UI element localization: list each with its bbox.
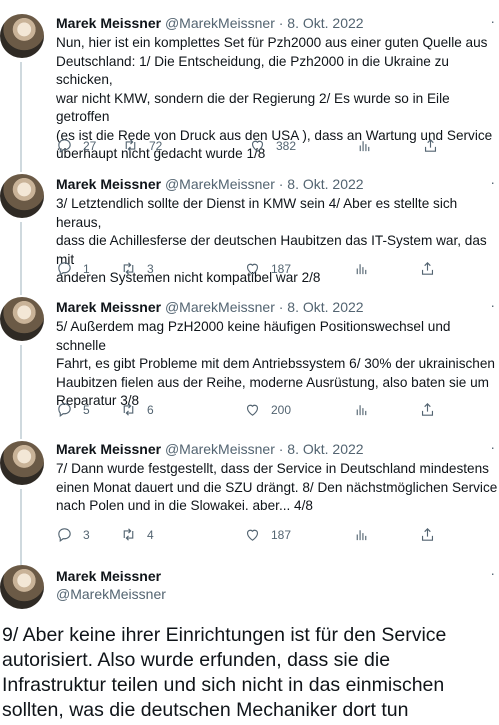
- share-button[interactable]: [419, 260, 436, 277]
- heart-icon: [251, 140, 264, 152]
- thread-line: [20, 489, 22, 559]
- reply-icon: [58, 139, 71, 154]
- views-icon: [359, 141, 370, 152]
- tweet-header: Marek Meissner @MarekMeissner · 8. Okt. …: [56, 441, 364, 458]
- tweet-date[interactable]: · 8. Okt. 2022: [279, 176, 364, 192]
- like-button[interactable]: 200: [244, 401, 291, 418]
- thread-line: [20, 287, 22, 295]
- like-count: 200: [271, 402, 292, 417]
- retweet-icon: [125, 139, 136, 152]
- avatar[interactable]: [0, 14, 44, 58]
- avatar[interactable]: [0, 174, 44, 218]
- tweet-header: Marek Meissner @MarekMeissner · 8. Okt. …: [56, 176, 364, 193]
- more-icon[interactable]: ·: [490, 13, 495, 29]
- tweet-actions: 27 72 382: [56, 137, 476, 155]
- author-handle[interactable]: @MarekMeissner: [165, 176, 275, 192]
- tweet-actions: 5 6 200: [56, 401, 476, 419]
- reply-icon: [58, 403, 71, 418]
- tweet-text: 9/ Aber keine ihrer Einrichtungen ist fü…: [2, 624, 447, 721]
- author-name[interactable]: Marek Meissner: [56, 176, 161, 192]
- thread-line: [20, 345, 22, 437]
- share-button[interactable]: [419, 401, 436, 418]
- tweet-4[interactable]: Marek Meissner @MarekMeissner · 8. Okt. …: [0, 431, 499, 561]
- share-icon: [421, 528, 434, 541]
- like-button[interactable]: 187: [244, 260, 291, 277]
- share-icon: [421, 262, 434, 275]
- share-icon: [421, 403, 434, 416]
- avatar[interactable]: [0, 565, 44, 609]
- like-count: 187: [271, 527, 292, 542]
- tweet-actions: 1 3 187: [56, 260, 476, 278]
- retweet-button[interactable]: 72: [122, 137, 162, 154]
- share-button[interactable]: [419, 526, 436, 543]
- retweet-icon: [123, 262, 134, 275]
- retweet-button[interactable]: 6: [120, 401, 154, 418]
- retweet-button[interactable]: 3: [120, 260, 154, 277]
- views-button[interactable]: [353, 526, 370, 543]
- tweet-1[interactable]: Marek Meissner @MarekMeissner · 8. Okt. …: [0, 0, 499, 168]
- views-icon: [356, 264, 367, 275]
- like-button[interactable]: 187: [244, 526, 291, 543]
- more-icon[interactable]: ·: [490, 565, 495, 581]
- reply-count: 3: [83, 527, 90, 542]
- retweet-count: 3: [147, 261, 154, 276]
- retweet-icon: [123, 528, 134, 541]
- retweet-count: 72: [149, 138, 163, 153]
- reply-count: 27: [83, 138, 97, 153]
- retweet-count: 6: [147, 402, 154, 417]
- tweet-date[interactable]: · 8. Okt. 2022: [279, 299, 364, 315]
- avatar[interactable]: [0, 441, 44, 485]
- tweet-text: 7/ Dann wurde festgestellt, dass der Ser…: [56, 461, 498, 513]
- more-icon[interactable]: ·: [490, 174, 495, 190]
- thread-line: [20, 222, 22, 294]
- author-handle[interactable]: @MarekMeissner: [165, 15, 275, 31]
- reply-button[interactable]: 3: [56, 526, 90, 543]
- tweet-3[interactable]: Marek Meissner @MarekMeissner · 8. Okt. …: [0, 287, 499, 437]
- reply-icon: [58, 528, 71, 543]
- share-button[interactable]: [422, 137, 439, 154]
- tweet-text: 5/ Außerdem mag PzH2000 keine häufigen P…: [56, 319, 495, 408]
- heart-icon: [246, 529, 259, 541]
- tweet-date[interactable]: · 8. Okt. 2022: [279, 15, 364, 31]
- author-handle[interactable]: @MarekMeissner: [165, 441, 275, 457]
- views-icon: [356, 530, 367, 541]
- views-icon: [356, 405, 367, 416]
- more-icon[interactable]: ·: [490, 439, 495, 455]
- thread-line: [20, 62, 22, 168]
- author-handle[interactable]: @MarekMeissner: [56, 586, 166, 602]
- thread-line: [20, 431, 22, 439]
- author-name[interactable]: Marek Meissner: [56, 15, 161, 31]
- tweet-header: Marek Meissner @MarekMeissner · 8. Okt. …: [56, 15, 364, 32]
- author-name[interactable]: Marek Meissner: [56, 441, 161, 457]
- thread-line: [20, 162, 22, 172]
- share-icon: [424, 139, 437, 152]
- views-button[interactable]: [353, 401, 370, 418]
- reply-count: 5: [83, 402, 90, 417]
- like-count: 382: [276, 138, 297, 153]
- retweet-icon: [123, 403, 134, 416]
- retweet-count: 4: [147, 527, 154, 542]
- author-handle[interactable]: @MarekMeissner: [165, 299, 275, 315]
- heart-icon: [246, 263, 259, 275]
- reply-button[interactable]: 1: [56, 260, 90, 277]
- avatar[interactable]: [0, 297, 44, 341]
- like-count: 187: [271, 261, 292, 276]
- tweet-header: Marek Meissner @MarekMeissner · 8. Okt. …: [56, 299, 364, 316]
- reply-icon: [58, 262, 71, 277]
- reply-count: 1: [83, 261, 90, 276]
- reply-button[interactable]: 5: [56, 401, 90, 418]
- author-name[interactable]: Marek Meissner: [56, 568, 161, 584]
- reply-button[interactable]: 27: [56, 137, 96, 154]
- tweet-date[interactable]: · 8. Okt. 2022: [279, 441, 364, 457]
- focus-tweet: Marek Meissner @MarekMeissner · 9/ Aber …: [0, 559, 499, 725]
- retweet-button[interactable]: 4: [120, 526, 154, 543]
- heart-icon: [246, 404, 259, 416]
- author-name[interactable]: Marek Meissner: [56, 299, 161, 315]
- tweet-2[interactable]: Marek Meissner @MarekMeissner · 8. Okt. …: [0, 162, 499, 294]
- tweet-actions: 3 4 187: [56, 526, 476, 544]
- views-button[interactable]: [353, 260, 370, 277]
- more-icon[interactable]: ·: [490, 297, 495, 313]
- like-button[interactable]: 382: [249, 137, 296, 154]
- views-button[interactable]: [356, 137, 373, 154]
